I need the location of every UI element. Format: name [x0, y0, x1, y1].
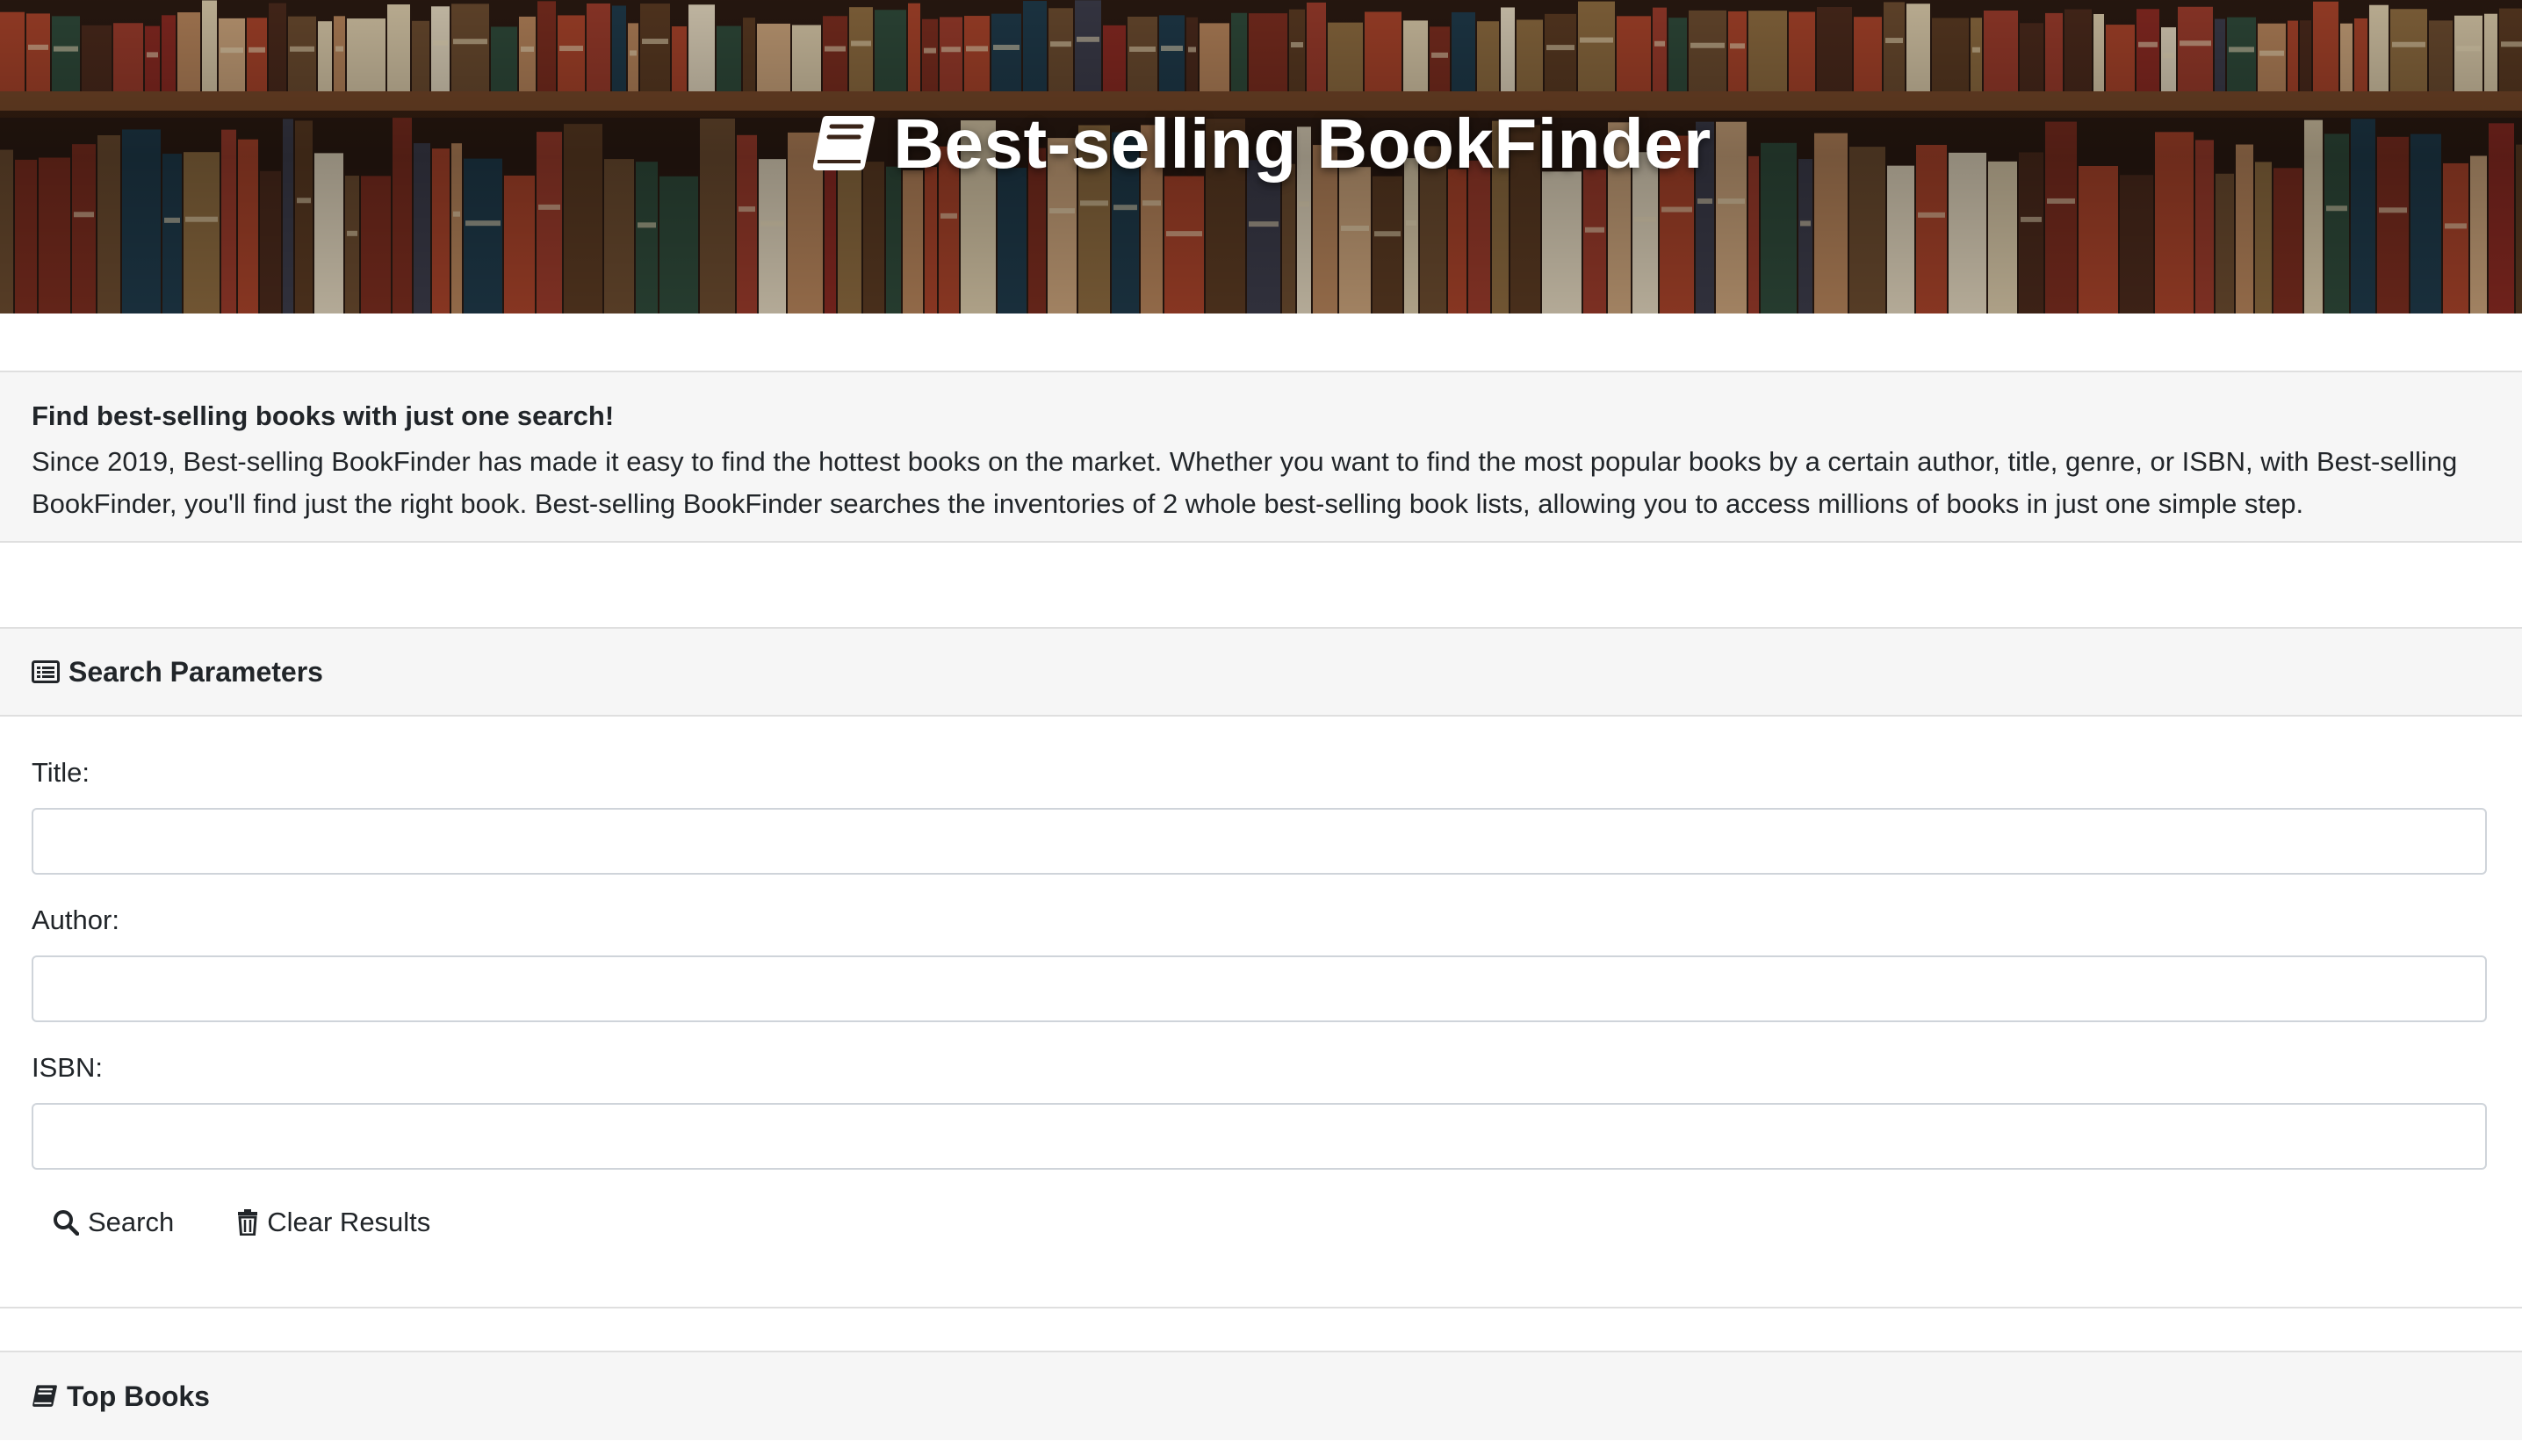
search-icon [53, 1209, 79, 1236]
search-actions: Search Clear Results [32, 1198, 2490, 1247]
list-icon [32, 660, 60, 683]
search-parameters-card: Search Parameters Title: Author: ISBN: S… [0, 627, 2522, 1308]
top-books-card: Top Books [0, 1351, 2522, 1456]
search-parameters-header: Search Parameters [0, 629, 2522, 717]
author-input[interactable] [32, 955, 2487, 1022]
search-parameters-title: Search Parameters [68, 655, 323, 688]
title-label: Title: [32, 757, 90, 788]
intro-text: Since 2019, Best-selling BookFinder has … [32, 446, 2458, 519]
book-icon [32, 1383, 58, 1409]
title-input[interactable] [32, 808, 2487, 875]
book-icon [811, 112, 877, 176]
search-button-label: Search [88, 1207, 175, 1237]
clear-results-label: Clear Results [267, 1207, 431, 1237]
hero-banner: Best-selling BookFinder [0, 0, 2522, 314]
isbn-label: ISBN: [32, 1052, 103, 1083]
top-books-title: Top Books [67, 1380, 210, 1412]
author-label: Author: [32, 905, 119, 935]
search-form: Title: Author: ISBN: Search Clear Result… [0, 717, 2522, 1247]
trash-icon [237, 1209, 258, 1236]
clear-results-button[interactable]: Clear Results [216, 1198, 451, 1247]
intro-heading: Find best-selling books with just one se… [32, 400, 615, 431]
search-button[interactable]: Search [32, 1198, 195, 1247]
intro-card: Find best-selling books with just one se… [0, 371, 2522, 543]
isbn-input[interactable] [32, 1103, 2487, 1170]
page-title: Best-selling BookFinder [0, 104, 2522, 184]
top-books-header: Top Books [0, 1352, 2522, 1440]
hero-title-text: Best-selling BookFinder [893, 105, 1711, 183]
